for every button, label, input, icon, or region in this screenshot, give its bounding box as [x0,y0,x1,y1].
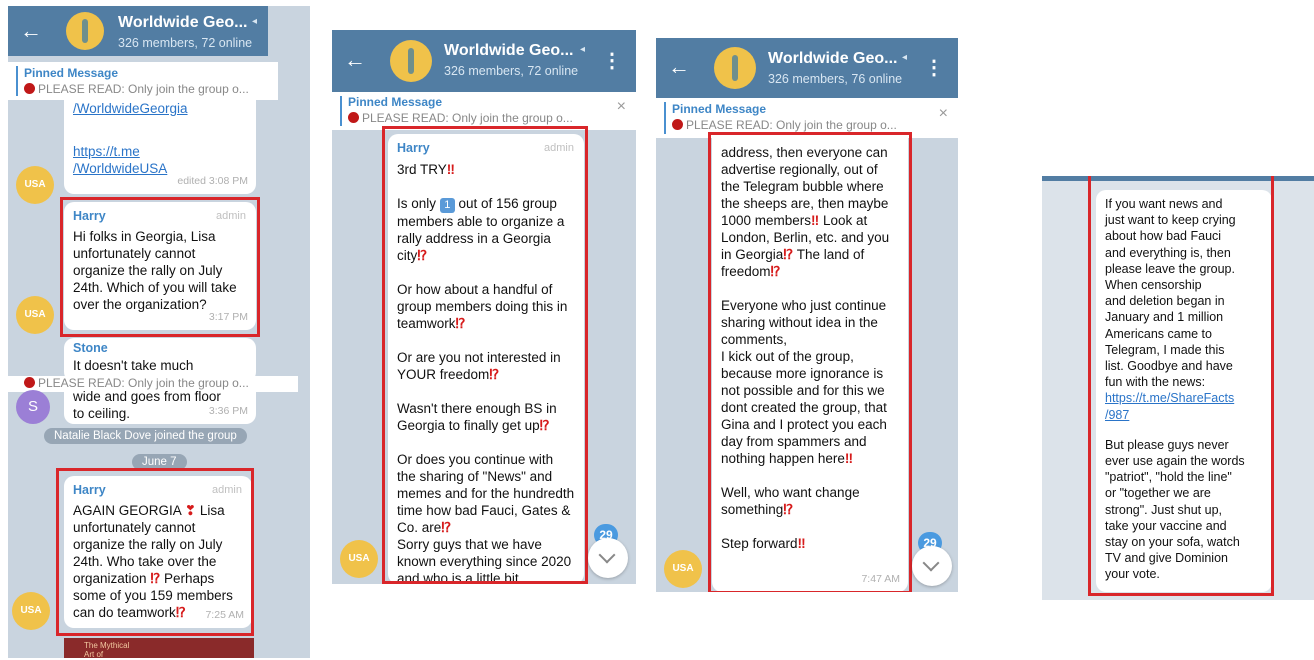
highlight-box [708,132,912,592]
pinned-label: Pinned Message [24,66,119,80]
pinned-preview: PLEASE READ: Only join the group o... [38,82,249,96]
pinned-text: PLEASE READ: Only join the group o... [24,82,249,96]
highlight-box [1088,176,1274,596]
pinned-text: PLEASE READ: Only join the group o... [672,118,897,132]
usa-avatar[interactable]: USA [16,296,54,334]
pinned-label: Pinned Message [348,95,443,109]
mute-icon: ◂ [902,52,908,63]
group-avatar[interactable] [66,12,104,50]
pinned-text: PLEASE READ: Only join the group o... [348,111,573,125]
usa-avatar[interactable]: USA [340,540,378,578]
chevron-down-icon [598,546,616,564]
red-circle-icon [24,377,35,388]
back-arrow-icon[interactable]: ← [20,18,42,44]
chat-subtitle: 326 members, 72 online [118,36,253,50]
red-circle-icon [672,119,683,130]
message-time: 3:36 PM [208,405,248,417]
mute-icon: ◂ [252,16,258,27]
scroll-down-button[interactable] [588,538,628,578]
pinned-preview: PLEASE READ: Only join the group o... [362,111,573,125]
back-arrow-icon[interactable]: ← [668,54,690,80]
usa-avatar[interactable]: USA [16,166,54,204]
stone-avatar[interactable]: S [16,390,50,424]
pinned-label: Pinned Message [672,102,767,116]
chat-header: ← Worldwide Geo... ◂ 326 members, 76 onl… [656,38,958,98]
chat-subtitle: 326 members, 76 online [768,72,903,86]
usa-avatar[interactable]: USA [664,550,702,588]
join-notice: Natalie Black Dove joined the group [44,428,247,444]
pinned-preview: PLEASE READ: Only join the group o... [686,118,897,132]
chat-title[interactable]: Worldwide Geo... [444,42,574,60]
menu-dots-icon[interactable]: ⋮ [924,55,944,80]
back-arrow-icon[interactable]: ← [344,47,366,73]
pinned-accent-bar [664,102,666,134]
chat-subtitle: 326 members, 72 online [444,64,579,78]
highlight-box [60,197,260,337]
highlight-box [56,468,254,636]
pinned-message-bar[interactable]: Pinned Message PLEASE READ: Only join th… [8,62,278,100]
usa-avatar[interactable]: USA [12,592,50,630]
thumbnail-caption: The Mythical Art of [84,641,130,658]
chat-header: ← Worldwide Geo... ◂ 326 members, 72 onl… [332,30,636,92]
pinned-accent-bar [16,66,18,96]
sender-name[interactable]: Stone [73,340,247,357]
link-usa[interactable]: https://t.me /WorldwideUSA [73,143,247,177]
screenshot-panel-4: If you want news and just want to keep c… [1042,176,1314,600]
screenshot-panel-3: ← Worldwide Geo... ◂ 326 members, 76 onl… [656,38,958,592]
edited-time: edited 3:08 PM [177,175,248,187]
chevron-down-icon [922,554,940,572]
chat-header: ← Worldwide Geo... ◂ 326 members, 72 onl… [8,6,268,56]
scroll-down-button[interactable] [912,546,952,586]
link-message-bubble: /WorldwideGeorgia https://t.me /Worldwid… [64,98,256,194]
mute-icon: ◂ [580,44,586,55]
screenshot-panel-2: ← Worldwide Geo... ◂ 326 members, 72 onl… [332,30,636,584]
group-avatar[interactable] [714,47,756,89]
stone-message-tail: wide and goes from floor to ceiling. 3:3… [64,389,256,424]
red-circle-icon [348,112,359,123]
close-pinned-icon[interactable]: × [939,105,948,123]
link-georgia[interactable]: /WorldwideGeorgia [73,100,247,117]
red-circle-icon [24,83,35,94]
group-avatar[interactable] [390,40,432,82]
media-thumbnail[interactable]: The Mythical Art of [64,638,254,658]
pinned-message-bar[interactable]: Pinned Message PLEASE READ: Only join th… [332,92,636,130]
highlight-box [382,126,588,584]
menu-dots-icon[interactable]: ⋮ [602,48,622,73]
message-text: It doesn't take much [73,358,194,373]
chat-title[interactable]: Worldwide Geo... [118,14,248,32]
screenshot-panel-1: ← Worldwide Geo... ◂ 326 members, 72 onl… [8,6,310,658]
chat-title[interactable]: Worldwide Geo... [768,50,898,68]
pinned-accent-bar [340,96,342,126]
close-pinned-icon[interactable]: × [617,98,626,116]
